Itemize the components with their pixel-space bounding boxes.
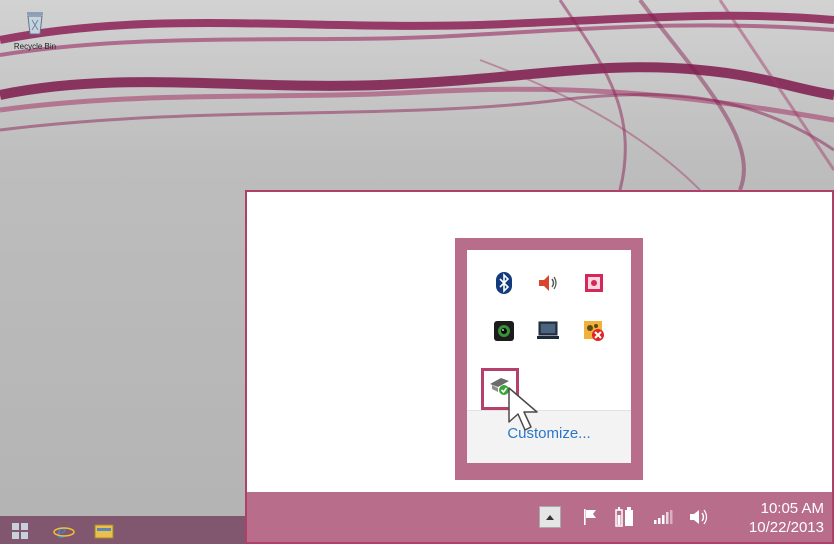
webcam-icon[interactable] — [491, 318, 517, 344]
zoom-callout: Customize... 10:05 AM 10/22/2013 — [245, 190, 834, 544]
power-manager-icon[interactable] — [581, 270, 607, 296]
speaker-icon[interactable] — [535, 270, 561, 296]
zoomed-taskbar: 10:05 AM 10/22/2013 — [247, 492, 832, 542]
file-explorer-icon[interactable] — [92, 520, 116, 542]
clock-time: 10:05 AM — [760, 500, 824, 517]
recycle-bin-label: Recycle Bin — [13, 42, 57, 51]
internet-explorer-icon[interactable]: e — [52, 520, 76, 542]
recycle-bin-icon — [27, 12, 43, 35]
start-icon[interactable] — [8, 520, 32, 542]
show-hidden-icons-icon[interactable] — [539, 506, 561, 528]
desktop-taskbar: e — [0, 516, 250, 544]
display-icon[interactable] — [535, 318, 561, 344]
clock-date: 10/22/2013 — [748, 519, 824, 536]
mouse-cursor-icon — [508, 387, 538, 431]
taskbar-clock[interactable]: 10:05 AM 10/22/2013 — [734, 500, 824, 538]
network-error-icon[interactable] — [581, 318, 607, 344]
battery-icon[interactable] — [613, 506, 637, 528]
recycle-bin[interactable]: Recycle Bin — [8, 10, 62, 51]
notification-overflow-flyout: Customize... — [455, 238, 643, 480]
bluetooth-icon[interactable] — [491, 270, 517, 296]
volume-icon[interactable] — [687, 506, 711, 528]
flag-icon[interactable] — [579, 506, 603, 528]
svg-text:e: e — [57, 521, 66, 541]
signal-icon[interactable] — [651, 506, 675, 528]
